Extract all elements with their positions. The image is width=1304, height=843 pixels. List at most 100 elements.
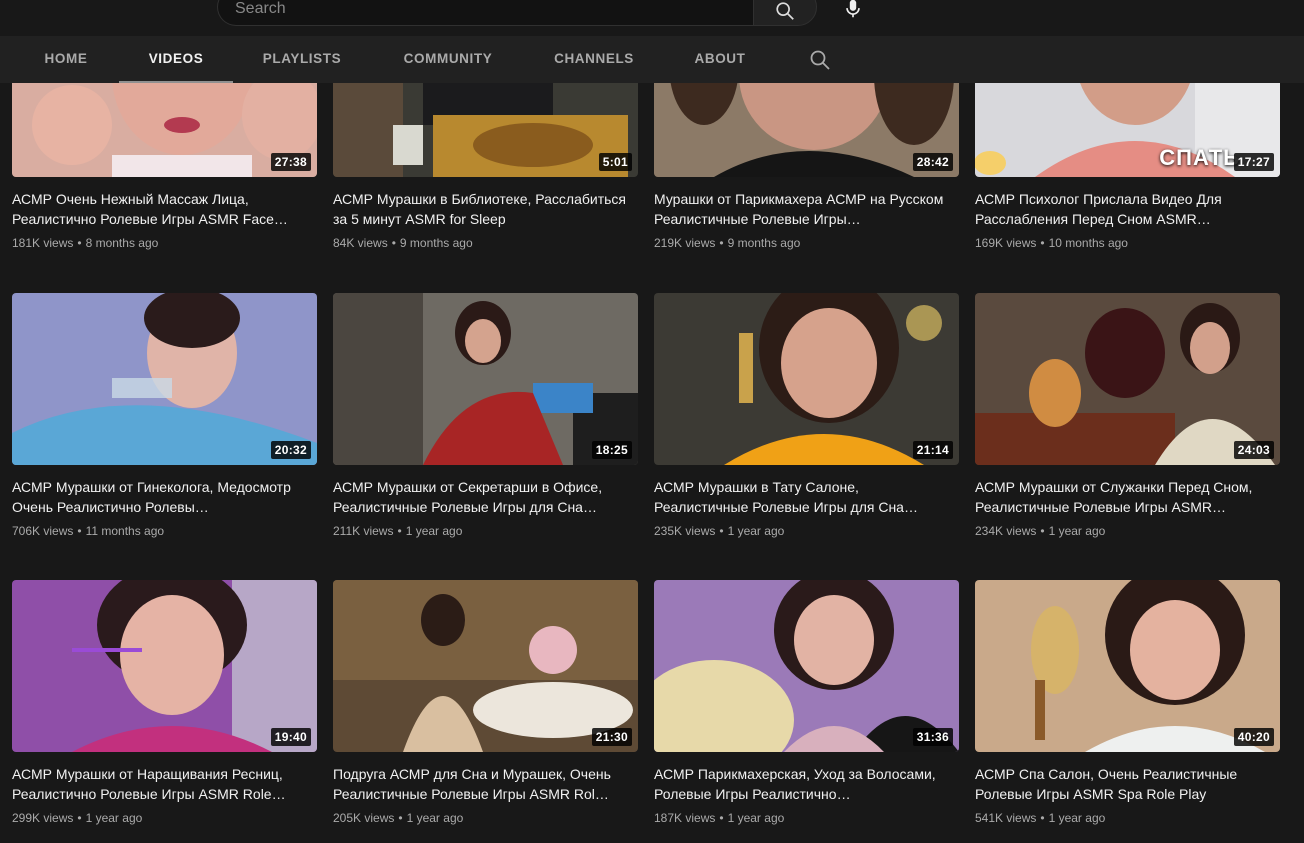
upload-age: 1 year ago xyxy=(727,811,785,825)
video-title[interactable]: АСМР Мурашки от Гинеколога, Медосмотр Оч… xyxy=(12,477,312,517)
video-grid: 27:38 АСМР Очень Нежный Массаж Лица, Реа… xyxy=(0,0,1304,843)
voice-search-button[interactable] xyxy=(838,0,868,24)
search-icon xyxy=(776,2,794,20)
video-meta: 187K views • 1 year ago xyxy=(654,809,959,827)
video-title[interactable]: АСМР Мурашки от Служанки Перед Сном, Реа… xyxy=(975,477,1275,517)
video-thumbnail[interactable]: 24:03 xyxy=(975,293,1280,465)
video-duration: 5:01 xyxy=(598,153,632,171)
meta-separator: • xyxy=(77,524,82,538)
meta-separator: • xyxy=(398,811,403,825)
video-duration: 40:20 xyxy=(1233,728,1274,746)
upload-age: 11 months ago xyxy=(85,524,165,538)
video-card[interactable]: 40:20 АСМР Спа Салон, Очень Реалистичные… xyxy=(975,580,1280,827)
video-title[interactable]: АСМР Мурашки от Наращивания Ресниц, Реал… xyxy=(12,764,312,804)
view-count: 706K views xyxy=(12,524,74,538)
video-duration: 31:36 xyxy=(912,728,953,746)
video-duration: 17:27 xyxy=(1233,153,1274,171)
tab-community[interactable]: COMMUNITY xyxy=(392,36,504,83)
upload-age: 9 months ago xyxy=(399,236,473,250)
search-button[interactable] xyxy=(753,0,817,26)
meta-separator: • xyxy=(719,524,724,538)
video-meta: 211K views • 1 year ago xyxy=(333,522,638,540)
view-count: 299K views xyxy=(12,811,74,825)
video-duration: 21:14 xyxy=(912,441,953,459)
meta-separator: • xyxy=(1040,811,1045,825)
view-count: 187K views xyxy=(654,811,716,825)
microphone-icon xyxy=(846,0,860,18)
video-meta: 169K views • 10 months ago xyxy=(975,234,1280,252)
meta-separator: • xyxy=(77,811,82,825)
video-card[interactable]: 18:25 АСМР Мурашки от Секретарши в Офисе… xyxy=(333,293,638,540)
tab-channels[interactable]: CHANNELS xyxy=(544,36,644,83)
video-meta: 541K views • 1 year ago xyxy=(975,809,1280,827)
video-meta: 299K views • 1 year ago xyxy=(12,809,317,827)
tab-videos[interactable]: VIDEOS xyxy=(119,36,233,83)
video-thumbnail[interactable]: 21:14 xyxy=(654,293,959,465)
video-thumbnail[interactable]: 18:25 xyxy=(333,293,638,465)
video-duration: 18:25 xyxy=(591,441,632,459)
channel-tabs: HOME VIDEOS PLAYLISTS COMMUNITY CHANNELS… xyxy=(0,36,1304,83)
video-duration: 21:30 xyxy=(591,728,632,746)
upload-age: 1 year ago xyxy=(727,524,785,538)
view-count: 235K views xyxy=(654,524,716,538)
thumbnail-image xyxy=(975,293,1280,465)
video-card[interactable]: 19:40 АСМР Мурашки от Наращивания Ресниц… xyxy=(12,580,317,827)
search-input[interactable] xyxy=(233,0,737,21)
upload-age: 8 months ago xyxy=(85,236,159,250)
search-box[interactable] xyxy=(217,0,753,26)
view-count: 181K views xyxy=(12,236,74,250)
thumbnail-image xyxy=(333,580,638,752)
video-title[interactable]: Мурашки от Парикмахера АСМР на Русском Р… xyxy=(654,189,954,229)
meta-separator: • xyxy=(77,236,82,250)
video-title[interactable]: АСМР Очень Нежный Массаж Лица, Реалистич… xyxy=(12,189,312,229)
upload-age: 1 year ago xyxy=(405,524,463,538)
video-thumbnail[interactable]: 31:36 xyxy=(654,580,959,752)
thumbnail-image xyxy=(654,580,959,752)
video-thumbnail[interactable]: 40:20 xyxy=(975,580,1280,752)
thumbnail-image xyxy=(12,580,317,752)
tab-playlists[interactable]: PLAYLISTS xyxy=(251,36,353,83)
video-thumbnail[interactable]: 21:30 xyxy=(333,580,638,752)
video-title[interactable]: АСМР Психолог Прислала Видео Для Расслаб… xyxy=(975,189,1275,229)
video-duration: 20:32 xyxy=(270,441,311,459)
tab-home[interactable]: HOME xyxy=(31,36,101,83)
video-card[interactable]: 21:30 Подруга АСМР для Сна и Мурашек, Оч… xyxy=(333,580,638,827)
view-count: 211K views xyxy=(333,524,394,538)
view-count: 219K views xyxy=(654,236,716,250)
video-duration: 19:40 xyxy=(270,728,311,746)
video-card[interactable]: 24:03 АСМР Мурашки от Служанки Перед Сно… xyxy=(975,293,1280,540)
video-title[interactable]: АСМР Мурашки в Библиотеке, Расслабиться … xyxy=(333,189,633,229)
thumbnail-image xyxy=(654,293,959,465)
video-meta: 235K views • 1 year ago xyxy=(654,522,959,540)
upload-age: 9 months ago xyxy=(727,236,801,250)
video-title[interactable]: АСМР Спа Салон, Очень Реалистичные Ролев… xyxy=(975,764,1275,804)
video-meta: 219K views • 9 months ago xyxy=(654,234,959,252)
video-card[interactable]: 21:14 АСМР Мурашки в Тату Салоне, Реалис… xyxy=(654,293,959,540)
video-title[interactable]: Подруга АСМР для Сна и Мурашек, Очень Ре… xyxy=(333,764,633,804)
upload-age: 1 year ago xyxy=(1048,524,1106,538)
meta-separator: • xyxy=(1040,236,1045,250)
thumbnail-image xyxy=(12,293,317,465)
thumbnail-caption: СПАТЬ xyxy=(1159,145,1240,170)
video-card[interactable]: 20:32 АСМР Мурашки от Гинеколога, Медосм… xyxy=(12,293,317,540)
tab-about[interactable]: ABOUT xyxy=(684,36,756,83)
thumbnail-image xyxy=(333,293,638,465)
video-meta: 234K views • 1 year ago xyxy=(975,522,1280,540)
search-icon[interactable] xyxy=(808,48,832,72)
meta-separator: • xyxy=(397,524,402,538)
video-card[interactable]: 31:36 АСМР Парикмахерская, Уход за Волос… xyxy=(654,580,959,827)
video-thumbnail[interactable]: 19:40 xyxy=(12,580,317,752)
video-title[interactable]: АСМР Парикмахерская, Уход за Волосами, Р… xyxy=(654,764,954,804)
video-title[interactable]: АСМР Мурашки от Секретарши в Офисе, Реал… xyxy=(333,477,633,517)
meta-separator: • xyxy=(1040,524,1045,538)
video-title[interactable]: АСМР Мурашки в Тату Салоне, Реалистичные… xyxy=(654,477,954,517)
view-count: 234K views xyxy=(975,524,1037,538)
video-duration: 24:03 xyxy=(1233,441,1274,459)
view-count: 541K views xyxy=(975,811,1037,825)
upload-age: 1 year ago xyxy=(406,811,464,825)
video-thumbnail[interactable]: 20:32 xyxy=(12,293,317,465)
video-duration: 27:38 xyxy=(270,153,311,171)
view-count: 169K views xyxy=(975,236,1037,250)
thumbnail-image xyxy=(975,580,1280,752)
view-count: 205K views xyxy=(333,811,395,825)
